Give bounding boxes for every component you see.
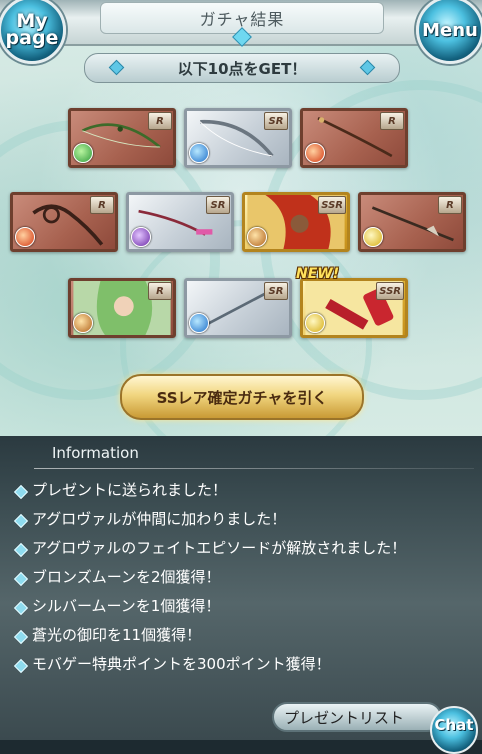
- result-card[interactable]: SR: [126, 192, 234, 252]
- result-card[interactable]: SR: [184, 278, 292, 338]
- rarity-badge: SSR: [318, 196, 346, 214]
- diamond-bullet-icon: [13, 513, 29, 529]
- new-label: NEW!: [296, 266, 340, 282]
- rarity-badge: R: [380, 112, 404, 130]
- information-title: Information: [52, 444, 139, 462]
- diamond-bullet-icon: [13, 658, 29, 674]
- earth-element-icon: [73, 313, 93, 333]
- diamond-bullet-icon: [13, 600, 29, 616]
- list-item: ブロンズムーンを2個獲得！: [13, 563, 464, 592]
- rarity-badge: SR: [264, 112, 288, 130]
- ss-rare-gacha-button[interactable]: SSレア確定ガチャを引く: [120, 374, 364, 420]
- fire-element-icon: [305, 143, 325, 163]
- dark-element-icon: [131, 227, 151, 247]
- result-card[interactable]: SSR: [242, 192, 350, 252]
- list-item-text: プレゼントに送られました！: [32, 481, 228, 499]
- result-card[interactable]: R: [68, 108, 176, 168]
- result-card[interactable]: R: [300, 108, 408, 168]
- result-card[interactable]: R: [10, 192, 118, 252]
- sparkle-icon: [359, 59, 376, 76]
- list-item-text: アグロヴァルのフェイトエピソードが解放されました！: [32, 539, 407, 557]
- fire-element-icon: [15, 227, 35, 247]
- rarity-badge: R: [90, 196, 114, 214]
- header-bar: ガチャ結果: [0, 0, 482, 47]
- wind-element-icon: [73, 143, 93, 163]
- diamond-bullet-icon: [13, 542, 29, 558]
- water-element-icon: [189, 143, 209, 163]
- rarity-badge: R: [148, 112, 172, 130]
- gacha-result-area: ガチャ結果 My page Menu 以下10点をGET！ R SR R R S…: [0, 0, 482, 436]
- list-item-text: アグロヴァルが仲間に加わりました！: [32, 510, 287, 528]
- diamond-bullet-icon: [13, 484, 29, 500]
- list-item: 蒼光の御印を11個獲得！: [13, 621, 464, 650]
- result-card[interactable]: SSR: [300, 278, 408, 338]
- list-item: アグロヴァルが仲間に加わりました！: [13, 505, 464, 534]
- diamond-bullet-icon: [13, 571, 29, 587]
- divider: [34, 468, 474, 469]
- chat-button[interactable]: Chat: [430, 706, 478, 754]
- list-item: アグロヴァルのフェイトエピソードが解放されました！: [13, 534, 464, 563]
- result-card[interactable]: R: [68, 278, 176, 338]
- get-banner-text: 以下10点をGET！: [177, 59, 307, 78]
- list-item: モバゲー特典ポイントを300ポイント獲得！: [13, 650, 464, 679]
- list-item-text: 蒼光の御印を11個獲得！: [32, 626, 202, 644]
- list-item: プレゼントに送られました！: [13, 476, 464, 505]
- result-card[interactable]: R: [358, 192, 466, 252]
- sparkle-icon: [108, 59, 125, 76]
- mypage-button[interactable]: My page: [0, 0, 66, 64]
- list-item-text: モバゲー特典ポイントを300ポイント獲得！: [32, 655, 331, 673]
- information-panel: Information プレゼントに送られました！ アグロヴァルが仲間に加わりま…: [0, 436, 482, 740]
- light-element-icon: [363, 227, 383, 247]
- result-card[interactable]: SR: [184, 108, 292, 168]
- earth-element-icon: [247, 227, 267, 247]
- rarity-badge: SR: [264, 282, 288, 300]
- get-banner: 以下10点をGET！: [84, 53, 400, 83]
- present-list-button[interactable]: プレゼントリスト: [272, 702, 442, 732]
- information-list: プレゼントに送られました！ アグロヴァルが仲間に加わりました！ アグロヴァルのフ…: [13, 476, 464, 679]
- water-element-icon: [189, 313, 209, 333]
- rarity-badge: R: [438, 196, 462, 214]
- rarity-badge: SR: [206, 196, 230, 214]
- menu-button[interactable]: Menu: [416, 0, 482, 64]
- rarity-badge: SSR: [376, 282, 404, 300]
- diamond-bullet-icon: [13, 629, 29, 645]
- list-item-text: ブロンズムーンを2個獲得！: [32, 568, 221, 586]
- light-element-icon: [305, 313, 325, 333]
- rarity-badge: R: [148, 282, 172, 300]
- list-item-text: シルバームーンを1個獲得！: [32, 597, 221, 615]
- list-item: シルバームーンを1個獲得！: [13, 592, 464, 621]
